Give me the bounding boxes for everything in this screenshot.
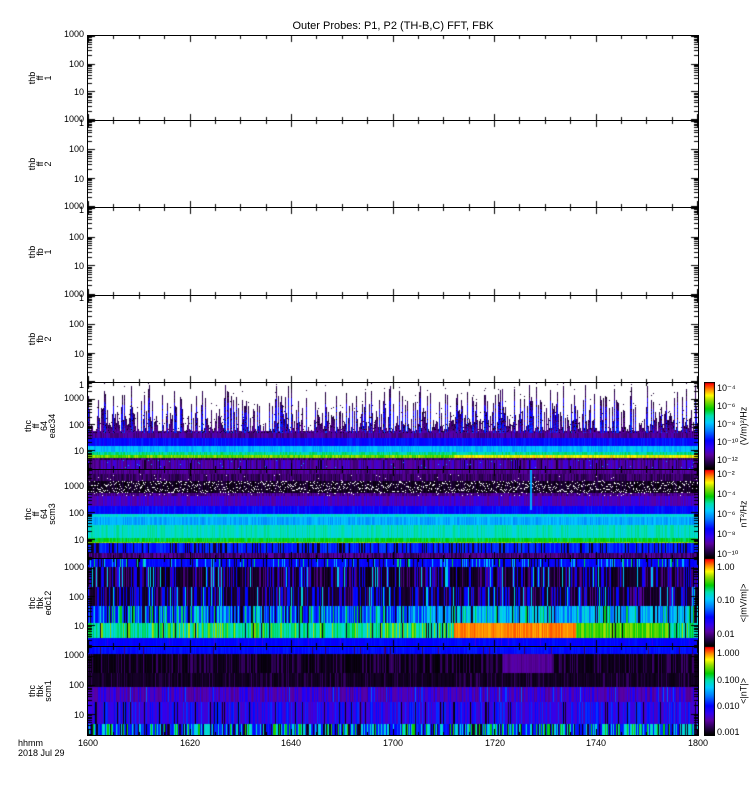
y-tick-label: 1000: [63, 289, 84, 299]
x-axis-date-label: 2018 Jul 29: [18, 748, 65, 758]
y-tick-label: 10: [73, 349, 84, 359]
y-tick-label: 1000: [63, 201, 84, 211]
x-tick-label: 1740: [585, 738, 607, 748]
y-tick-label: 100: [68, 420, 84, 430]
panel-thc-fbk-edc12: [87, 558, 699, 647]
empty-plot-canvas-thb-fb-1: [88, 208, 698, 295]
y-tick-label: 10: [73, 87, 84, 97]
y-tick-label: 10: [73, 174, 84, 184]
panel-thb-fb-2: [87, 295, 699, 383]
colorbar-tick-label: 0.01: [717, 629, 735, 639]
colorbar-unit-label-thc-fbk-edc12: <|mV/m|>: [738, 583, 749, 622]
x-tick-label: 1620: [179, 738, 201, 748]
y-tick-label: 100: [68, 232, 84, 242]
y-axis-label-line: 1: [43, 75, 53, 81]
panel-thc-ff-64-eac34: [87, 382, 699, 470]
colorbar-thc-ff-64-eac34: [704, 382, 715, 470]
y-tick-label: 100: [68, 680, 84, 690]
colorbar-tick-label: 10⁻⁴: [717, 383, 736, 393]
themis-fft-fbk-summary-plot: Outer Probes: P1, P2 (TH-B,C) FFT, FBK h…: [0, 0, 750, 800]
empty-plot-canvas-thb-fb-2: [88, 296, 698, 382]
y-tick-label: 10: [73, 446, 84, 456]
y-axis-label-thb-fb-2: thb fb 2: [27, 333, 53, 346]
y-tick-label: 10: [73, 621, 84, 631]
y-axis-label-thb-ff-2: thb ff 2: [27, 158, 53, 171]
y-tick-label: 1: [78, 380, 84, 390]
colorbar-tick-label: 10⁻²: [717, 469, 735, 479]
y-tick-label: 100: [68, 508, 84, 518]
spectrogram-canvas-thc-fbk-scm1: [88, 647, 698, 735]
y-axis-label-line: 2: [43, 336, 53, 342]
colorbar-unit-label-thc-fbk-scm1: <|nT|>: [738, 678, 749, 704]
y-tick-label: 100: [68, 59, 84, 69]
empty-plot-canvas-thb-ff-1: [88, 36, 698, 120]
colorbar-unit-label-thc-ff-64-scm3: nT²/Hz: [738, 500, 749, 528]
x-tick-label: 1640: [280, 738, 302, 748]
y-axis-label-thb-ff-1: thb ff 1: [27, 72, 53, 85]
y-tick-label: 1000: [63, 393, 84, 403]
colorbar-tick-label: 10⁻⁴: [717, 489, 736, 499]
y-tick-label: 100: [68, 144, 84, 154]
y-axis-label-line: 1: [43, 248, 53, 255]
x-tick-label: 1700: [382, 738, 404, 748]
colorbar-tick-label: 10⁻¹⁰: [717, 549, 739, 559]
y-axis-label-line: 2: [43, 161, 53, 167]
y-tick-label: 100: [68, 592, 84, 602]
empty-plot-canvas-thb-ff-2: [88, 121, 698, 207]
y-tick-label: 1000: [63, 562, 84, 572]
spectrogram-canvas-thc-ff-64-eac34: [88, 383, 698, 469]
panel-thb-ff-1: [87, 35, 699, 121]
colorbar-unit-label-thc-ff-64-eac34: (V/m)²/Hz: [738, 406, 749, 446]
y-tick-label: 10: [73, 535, 84, 545]
x-tick-label: 1600: [77, 738, 99, 748]
panel-thc-fbk-scm1: [87, 646, 699, 736]
y-tick-label: 1000: [63, 29, 84, 39]
colorbar-tick-label: 1.000: [717, 648, 740, 658]
y-tick-label: 10: [73, 710, 84, 720]
x-tick-label: 1720: [484, 738, 506, 748]
colorbar-thc-fbk-scm1: [704, 646, 715, 736]
colorbar-tick-label: 0.001: [717, 727, 740, 737]
colorbar-thc-ff-64-scm3: [704, 469, 715, 559]
plot-title: Outer Probes: P1, P2 (TH-B,C) FFT, FBK: [292, 20, 494, 32]
y-axis-label-thb-fb-1: thb fb 1: [27, 245, 53, 258]
colorbar-tick-label: 1.00: [717, 562, 735, 572]
colorbar-thc-fbk-edc12: [704, 558, 715, 647]
spectrogram-canvas-thc-ff-64-scm3: [88, 470, 698, 558]
y-tick-label: 100: [68, 319, 84, 329]
colorbar-tick-label: 10⁻¹²: [717, 455, 738, 465]
panel-thb-fb-1: [87, 207, 699, 296]
y-tick-label: 1000: [63, 650, 84, 660]
y-tick-label: 10: [73, 261, 84, 271]
colorbar-tick-label: 10⁻⁸: [717, 529, 736, 539]
panel-thb-ff-2: [87, 120, 699, 208]
spectrogram-canvas-thc-fbk-edc12: [88, 559, 698, 646]
x-axis-time-label: hhmm: [18, 738, 44, 748]
x-tick-label: 1800: [687, 738, 709, 748]
y-tick-label: 1000: [63, 114, 84, 124]
panel-thc-ff-64-scm3: [87, 469, 699, 559]
y-tick-label: 1000: [63, 481, 84, 491]
